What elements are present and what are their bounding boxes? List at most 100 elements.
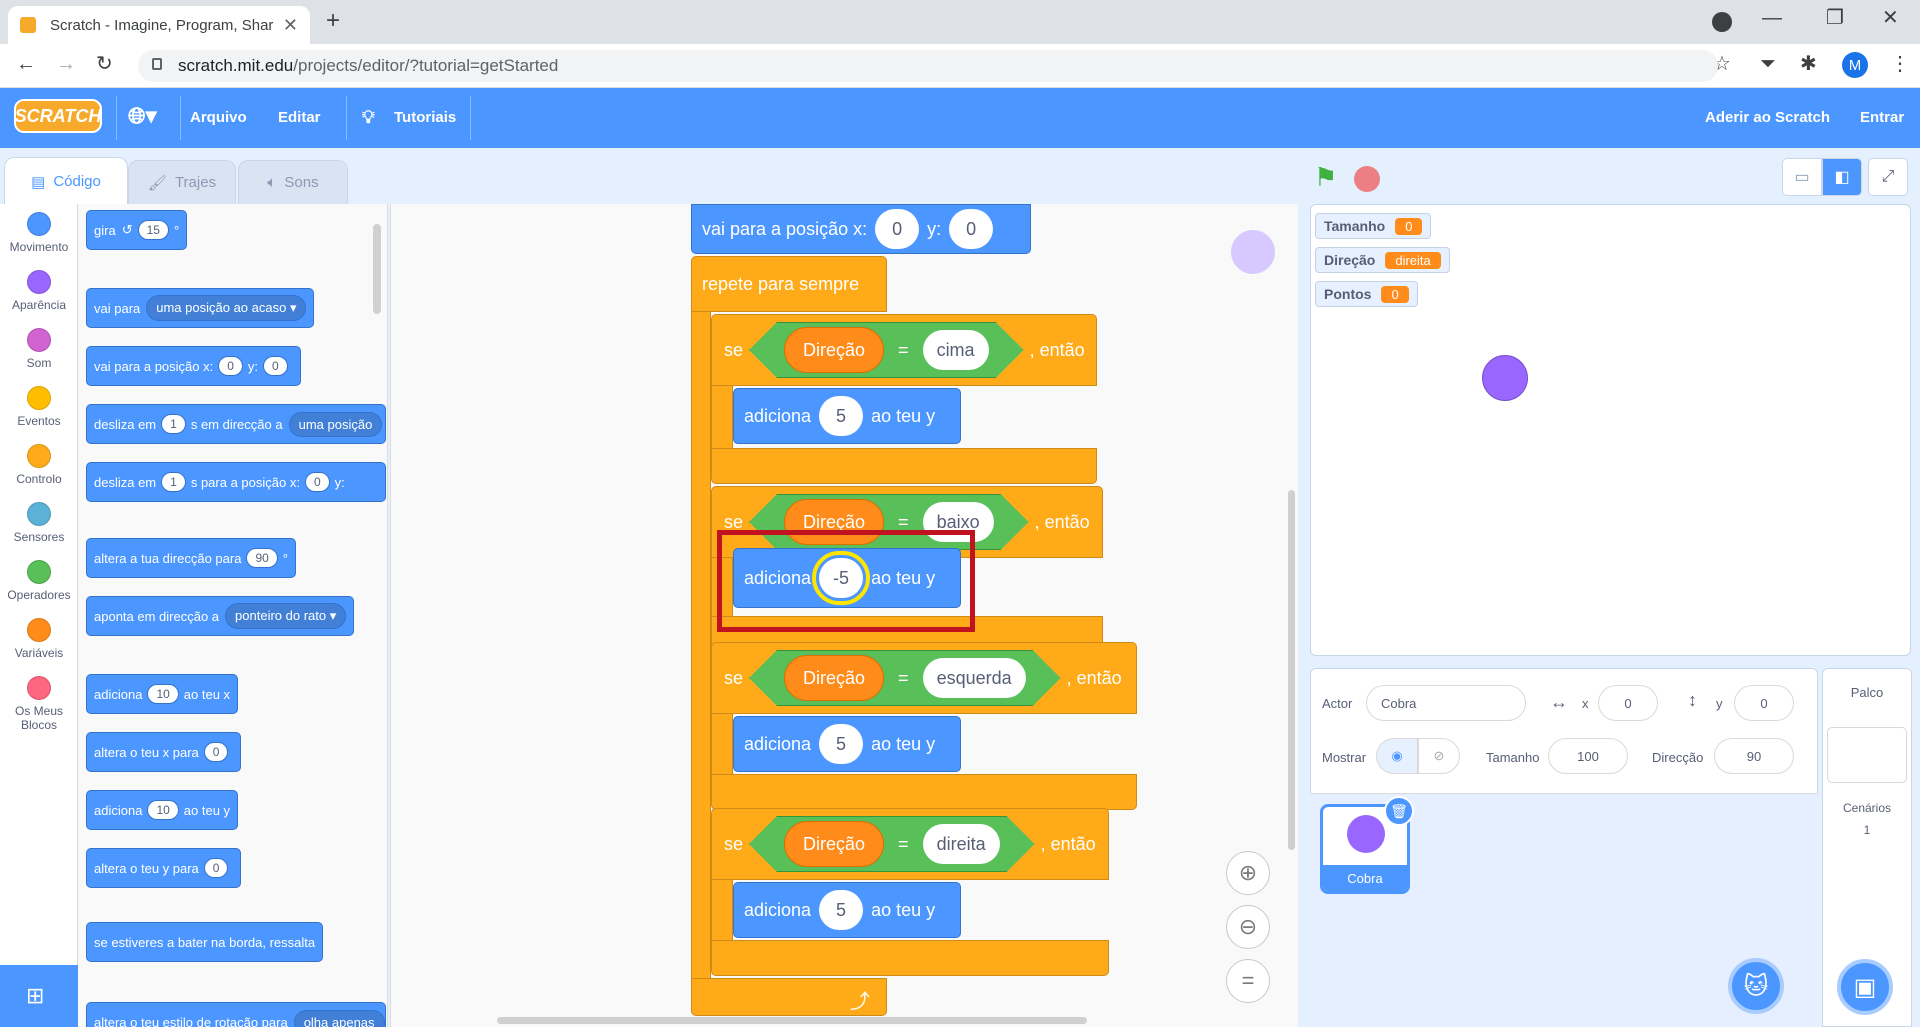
- tab-code-label: Código: [53, 173, 101, 190]
- delete-sprite-icon[interactable]: 🗑︎: [1384, 796, 1414, 826]
- menu-file[interactable]: Arquivo: [190, 109, 247, 126]
- change-y-block-esquerda[interactable]: adiciona 5 ao teu y: [733, 716, 961, 772]
- tab-search-icon[interactable]: [1712, 12, 1732, 32]
- extension-funnel-icon[interactable]: ⏷: [1760, 54, 1776, 74]
- tab-title: Scratch - Imagine, Program, Shar: [50, 16, 274, 34]
- palette-point-direction-block[interactable]: altera a tua direcção para 90 °: [86, 538, 296, 578]
- back-icon[interactable]: ←: [16, 54, 36, 74]
- palette-gotoxy-block[interactable]: vai para a posição x: 0 y: 0: [86, 346, 301, 386]
- scratch-logo[interactable]: SCRATCH: [14, 99, 102, 133]
- zoom-in-icon[interactable]: ⊕: [1226, 851, 1270, 895]
- palette-point-towards-block[interactable]: aponta em direcção a ponteiro do rato ▾: [86, 596, 355, 636]
- script-workspace[interactable]: ⊕ ⊖ = vai para a posição x: 0 y: 0 repete p…: [390, 204, 1298, 1027]
- compare-value-input[interactable]: direita: [923, 824, 1000, 864]
- change-y-input[interactable]: 5: [819, 890, 864, 930]
- sign-in-link[interactable]: Entrar: [1860, 109, 1904, 126]
- tab-costumes[interactable]: 🖌︎ Trajes: [128, 160, 236, 204]
- sprite-ghost-icon: [1231, 230, 1275, 274]
- if-block-cima[interactable]: se Direção = cima, então: [711, 314, 1097, 386]
- join-scratch-link[interactable]: Aderir ao Scratch: [1705, 109, 1830, 126]
- sprite-y-input[interactable]: 0: [1734, 685, 1794, 721]
- compare-value-input[interactable]: esquerda: [923, 658, 1026, 698]
- change-y-block-direita[interactable]: adiciona 5 ao teu y: [733, 882, 961, 938]
- stage-target-panel: Palco Cenários 1 ▣: [1822, 668, 1912, 1027]
- zoom-reset-icon[interactable]: =: [1226, 959, 1270, 1003]
- browser-tab[interactable]: Scratch - Imagine, Program, Shar ✕: [8, 6, 310, 44]
- sprite-name-input[interactable]: Cobra: [1366, 685, 1526, 721]
- menu-edit[interactable]: Editar: [278, 109, 321, 126]
- category-dot-icon: [27, 560, 51, 584]
- tab-code[interactable]: ▤ Código: [4, 157, 128, 205]
- stage-header: ⚑ ▭ ◧ ⤢: [1310, 158, 1910, 204]
- fullscreen-icon[interactable]: ⤢: [1868, 158, 1908, 196]
- cobra-sprite[interactable]: [1482, 355, 1528, 401]
- stop-icon[interactable]: [1354, 166, 1380, 192]
- category-variables[interactable]: Variáveis: [0, 618, 78, 660]
- forever-label: repete para sempre: [702, 274, 860, 294]
- stage-thumbnail[interactable]: [1827, 727, 1907, 783]
- gotoxy-x-input[interactable]: 0: [875, 209, 920, 249]
- forever-block[interactable]: repete para sempre: [691, 256, 887, 312]
- show-eye-icon[interactable]: ◉: [1376, 738, 1418, 774]
- forward-icon[interactable]: →: [56, 54, 76, 74]
- zoom-out-icon[interactable]: ⊖: [1226, 905, 1270, 949]
- change-y-input[interactable]: 5: [819, 396, 864, 436]
- gotoxy-y-input[interactable]: 0: [949, 209, 994, 249]
- category-sound[interactable]: Som: [0, 328, 78, 370]
- close-window-icon[interactable]: ✕: [1882, 8, 1899, 28]
- category-dot-icon: [27, 386, 51, 410]
- palette-scrollbar[interactable]: [373, 224, 381, 314]
- palette-glidexy-block[interactable]: desliza em 1 s para a posição x: 0 y:: [86, 462, 386, 502]
- hide-eye-icon[interactable]: ⊘: [1418, 738, 1460, 774]
- workspace-hscrollbar[interactable]: [497, 1017, 1087, 1024]
- profile-avatar[interactable]: M: [1842, 52, 1868, 78]
- palette-set-y-block[interactable]: altera o teu y para 0: [86, 848, 242, 888]
- category-dot-icon: [27, 444, 51, 468]
- workspace-vscrollbar[interactable]: [1288, 490, 1295, 850]
- category-control[interactable]: Controlo: [0, 444, 78, 486]
- sprite-x-input[interactable]: 0: [1598, 685, 1658, 721]
- close-tab-icon[interactable]: ✕: [283, 15, 298, 36]
- add-extension-button[interactable]: ⊞: [0, 965, 78, 1027]
- extensions-puzzle-icon[interactable]: ✱: [1800, 54, 1817, 74]
- url-bar[interactable]: scratch.mit.edu/projects/editor/?tutoria…: [138, 50, 1718, 82]
- category-looks[interactable]: Aparência: [0, 270, 78, 312]
- palette-turn-block[interactable]: gira ↺ 15 °: [86, 210, 188, 250]
- script-gotoxy-block[interactable]: vai para a posição x: 0 y: 0: [691, 204, 1031, 254]
- small-stage-icon[interactable]: ▭: [1782, 158, 1822, 196]
- reload-icon[interactable]: ↻: [96, 54, 113, 74]
- minimize-icon[interactable]: —: [1762, 8, 1782, 28]
- if-block-direita[interactable]: se Direção = direita, então: [711, 808, 1109, 880]
- category-dot-icon: [27, 618, 51, 642]
- palette-change-y-block[interactable]: adiciona 10 ao teu y: [86, 790, 239, 830]
- if-block-esquerda[interactable]: se Direção = esquerda, então: [711, 642, 1137, 714]
- change-y-input[interactable]: 5: [819, 724, 864, 764]
- palette-rotation-style-block[interactable]: altera o teu estilo de rotação para olha …: [86, 1002, 386, 1027]
- add-sprite-cat-icon[interactable]: 🐱︎: [1728, 958, 1784, 1014]
- palette-set-x-block[interactable]: altera o teu x para 0: [86, 732, 242, 772]
- restore-icon[interactable]: ❐: [1826, 8, 1844, 28]
- change-y-block-cima[interactable]: adiciona 5 ao teu y: [733, 388, 961, 444]
- language-globe-icon[interactable]: 🌐︎▾: [128, 103, 157, 129]
- chrome-menu-icon[interactable]: ⋮: [1890, 54, 1910, 74]
- category-motion[interactable]: Movimento: [0, 212, 78, 254]
- tab-sounds[interactable]: 🔈︎ Sons: [238, 160, 348, 204]
- goto-dropdown[interactable]: uma posição ao acaso ▾: [146, 295, 307, 321]
- menu-tutorials[interactable]: Tutoriais: [394, 109, 456, 126]
- category-events[interactable]: Eventos: [0, 386, 78, 428]
- sprite-size-input[interactable]: 100: [1548, 738, 1628, 774]
- category-sensing[interactable]: Sensores: [0, 502, 78, 544]
- green-flag-icon[interactable]: ⚑: [1314, 162, 1337, 193]
- palette-goto-block[interactable]: vai para uma posição ao acaso ▾: [86, 288, 315, 328]
- palette-change-x-block[interactable]: adiciona 10 ao teu x: [86, 674, 239, 714]
- stage-canvas[interactable]: Tamanho 0 Direção direita Pontos 0: [1310, 204, 1911, 656]
- sprite-direction-input[interactable]: 90: [1714, 738, 1794, 774]
- add-backdrop-icon[interactable]: ▣: [1837, 959, 1893, 1015]
- palette-bounce-block[interactable]: se estiveres a bater na borda, ressalta: [86, 922, 324, 962]
- large-stage-icon[interactable]: ◧: [1822, 158, 1862, 196]
- category-my-blocks[interactable]: Os Meus Blocos: [0, 676, 78, 732]
- compare-value-input[interactable]: cima: [923, 330, 989, 370]
- category-operators[interactable]: Operadores: [0, 560, 78, 602]
- palette-glide-block[interactable]: desliza em 1 s em direcção a uma posição: [86, 404, 386, 444]
- new-tab-icon[interactable]: +: [326, 9, 340, 33]
